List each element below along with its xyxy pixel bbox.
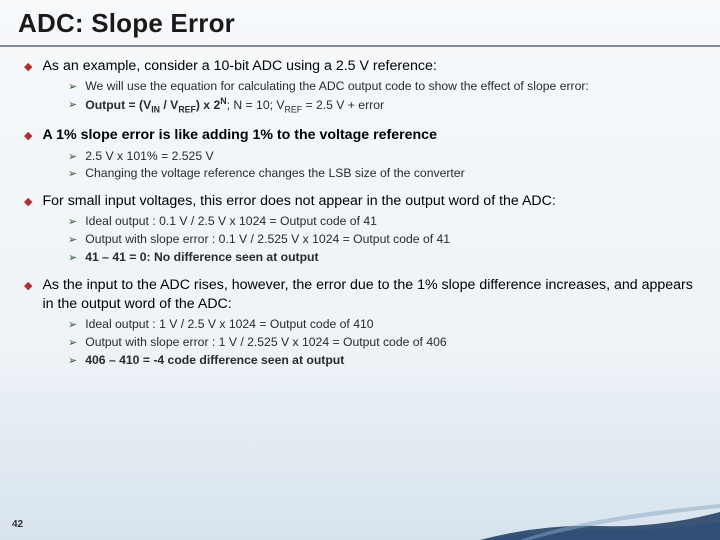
title-bar: ADC: Slope Error	[0, 0, 720, 47]
bullet-main: ◆ As an example, consider a 10-bit ADC u…	[24, 57, 696, 76]
sub-bullet: ➢ 41 – 41 = 0: No difference seen at out…	[68, 249, 696, 266]
bullet-text: A 1% slope error is like adding 1% to th…	[42, 126, 696, 145]
slide-title: ADC: Slope Error	[18, 8, 702, 39]
diamond-icon: ◆	[24, 129, 32, 144]
sub-list: ➢ Ideal output : 1 V / 2.5 V x 1024 = Ou…	[68, 316, 696, 369]
section-1: ◆ As an example, consider a 10-bit ADC u…	[24, 57, 696, 116]
sub-text: Ideal output : 1 V / 2.5 V x 1024 = Outp…	[85, 316, 696, 332]
sub-bullet: ➢ We will use the equation for calculati…	[68, 78, 696, 95]
arrow-icon: ➢	[68, 80, 77, 95]
bullet-main: ◆ A 1% slope error is like adding 1% to …	[24, 126, 696, 145]
sub-bullet: ➢ Output = (VIN / VREF) x 2N; N = 10; VR…	[68, 96, 696, 116]
sub-bullet: ➢ 406 – 410 = -4 code difference seen at…	[68, 352, 696, 369]
formula-part: = 2.5 V + error	[302, 98, 384, 112]
bullet-text: As the input to the ADC rises, however, …	[42, 276, 696, 314]
diamond-icon: ◆	[24, 60, 32, 75]
diamond-icon: ◆	[24, 195, 32, 210]
sub-text: Output with slope error : 0.1 V / 2.525 …	[85, 231, 696, 247]
bullet-main: ◆ For small input voltages, this error d…	[24, 192, 696, 211]
arrow-icon: ➢	[68, 215, 77, 230]
formula-part: ) x 2	[196, 98, 220, 112]
sub-text: We will use the equation for calculating…	[85, 78, 696, 94]
formula-part: ; N = 10; V	[227, 98, 285, 112]
sub-bullet: ➢ Output with slope error : 1 V / 2.525 …	[68, 334, 696, 351]
sub-text: Output with slope error : 1 V / 2.525 V …	[85, 334, 696, 350]
sub-list: ➢ 2.5 V x 101% = 2.525 V ➢ Changing the …	[68, 148, 696, 183]
arrow-icon: ➢	[68, 167, 77, 182]
sub-bullet: ➢ Output with slope error : 0.1 V / 2.52…	[68, 231, 696, 248]
sub-text: 406 – 410 = -4 code difference seen at o…	[85, 352, 696, 368]
arrow-icon: ➢	[68, 336, 77, 351]
sub-bullet: ➢ Changing the voltage reference changes…	[68, 165, 696, 182]
sub-bullet: ➢ 2.5 V x 101% = 2.525 V	[68, 148, 696, 165]
arrow-icon: ➢	[68, 354, 77, 369]
arrow-icon: ➢	[68, 233, 77, 248]
formula-part: / V	[160, 98, 178, 112]
sub-text: 2.5 V x 101% = 2.525 V	[85, 148, 696, 164]
formula-part: Output = (V	[85, 98, 151, 112]
arrow-icon: ➢	[68, 318, 77, 333]
arrow-icon: ➢	[68, 98, 77, 113]
sub-list: ➢ Ideal output : 0.1 V / 2.5 V x 1024 = …	[68, 213, 696, 266]
section-2: ◆ A 1% slope error is like adding 1% to …	[24, 126, 696, 182]
sub-bullet: ➢ Ideal output : 0.1 V / 2.5 V x 1024 = …	[68, 213, 696, 230]
sub-text: Changing the voltage reference changes t…	[85, 165, 696, 181]
slide-content: ◆ As an example, consider a 10-bit ADC u…	[0, 47, 720, 369]
formula-sub: REF	[285, 105, 303, 115]
section-3: ◆ For small input voltages, this error d…	[24, 192, 696, 266]
slide: ADC: Slope Error ◆ As an example, consid…	[0, 0, 720, 540]
sub-text: 41 – 41 = 0: No difference seen at outpu…	[85, 249, 696, 265]
formula-sub: REF	[178, 105, 196, 115]
footer-decoration	[480, 494, 720, 540]
diamond-icon: ◆	[24, 279, 32, 294]
sub-text: Ideal output : 0.1 V / 2.5 V x 1024 = Ou…	[85, 213, 696, 229]
page-number: 42	[12, 519, 23, 530]
sub-list: ➢ We will use the equation for calculati…	[68, 78, 696, 116]
section-4: ◆ As the input to the ADC rises, however…	[24, 276, 696, 369]
sub-text-formula: Output = (VIN / VREF) x 2N; N = 10; VREF…	[85, 96, 696, 116]
arrow-icon: ➢	[68, 150, 77, 165]
bullet-main: ◆ As the input to the ADC rises, however…	[24, 276, 696, 314]
formula-sub: IN	[151, 105, 160, 115]
bullet-text: As an example, consider a 10-bit ADC usi…	[42, 57, 696, 76]
bullet-text: For small input voltages, this error doe…	[42, 192, 696, 211]
arrow-icon: ➢	[68, 251, 77, 266]
sub-bullet: ➢ Ideal output : 1 V / 2.5 V x 1024 = Ou…	[68, 316, 696, 333]
